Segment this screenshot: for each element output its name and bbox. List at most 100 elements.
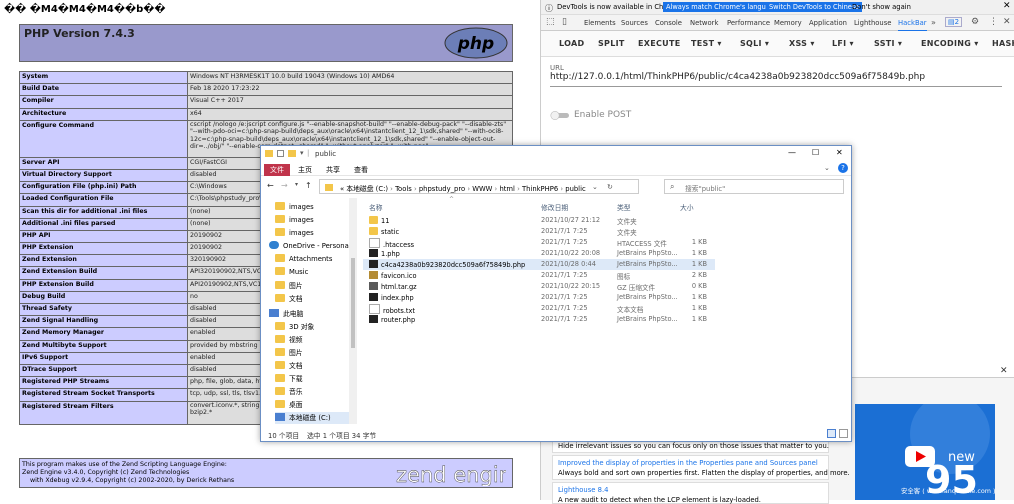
- hackbar-button-execute[interactable]: EXECUTE: [638, 39, 681, 48]
- more-options-icon[interactable]: ⋮: [989, 17, 998, 27]
- hackbar-button-split[interactable]: SPLIT: [598, 39, 625, 48]
- column-header-size[interactable]: 大小: [680, 202, 694, 212]
- close-icon[interactable]: ✕: [1003, 1, 1011, 11]
- nav-item[interactable]: 文档: [275, 360, 303, 372]
- breadcrumb-item[interactable]: ThinkPHP6: [522, 185, 558, 193]
- whats-new-video-thumbnail[interactable]: new 95 安全客 ( www.anquanke.com ): [855, 404, 996, 502]
- file-row[interactable]: .htaccess 2021/7/1 7:25 HTACCESS 文件 1 KB: [363, 237, 715, 249]
- breadcrumb-item[interactable]: WWW: [472, 185, 492, 193]
- minimize-icon[interactable]: —: [788, 148, 796, 157]
- inspect-element-icon[interactable]: ⬚: [546, 17, 555, 27]
- tab-elements[interactable]: Elements: [584, 19, 616, 27]
- new-folder-icon[interactable]: [288, 150, 296, 157]
- forward-icon[interactable]: →: [281, 181, 288, 190]
- whats-new-title[interactable]: Improved the display of properties in th…: [558, 459, 818, 467]
- more-tabs-icon[interactable]: »: [931, 18, 936, 27]
- issues-badge[interactable]: ▤2: [945, 17, 963, 27]
- close-drawer-icon[interactable]: ✕: [1000, 366, 1008, 376]
- nav-item[interactable]: 音乐: [275, 386, 303, 398]
- url-input[interactable]: http://127.0.0.1/html/ThinkPHP6/public/c…: [550, 71, 1002, 87]
- tab-sources[interactable]: Sources: [621, 19, 648, 27]
- dont-show-again-link[interactable]: Don't show again: [852, 3, 911, 11]
- nav-item[interactable]: 此电脑: [269, 308, 303, 320]
- nav-scrollbar-thumb[interactable]: [351, 258, 355, 348]
- hackbar-button-xss[interactable]: XSS ▾: [789, 39, 815, 48]
- nav-item[interactable]: 3D 对象: [275, 321, 314, 333]
- tab-performance[interactable]: Performance: [727, 19, 770, 27]
- ribbon-tab-home[interactable]: 主页: [292, 164, 318, 176]
- nav-scrollbar[interactable]: [349, 198, 357, 424]
- breadcrumb-item[interactable]: Tools: [395, 185, 412, 193]
- nav-item[interactable]: 桌面: [275, 399, 303, 411]
- hackbar-button-hash[interactable]: HASH: [992, 39, 1014, 48]
- recent-locations-icon[interactable]: ▾: [295, 181, 298, 188]
- address-dropdown-icon[interactable]: ⌄: [592, 183, 598, 191]
- tab-lighthouse[interactable]: Lighthouse: [854, 19, 891, 27]
- file-row[interactable]: 1.php 2021/10/22 20:08 JetBrains PhpSto...…: [363, 248, 715, 259]
- tab-application[interactable]: Application: [809, 19, 847, 27]
- nav-item[interactable]: Attachments: [275, 254, 332, 266]
- nav-item[interactable]: 视频: [275, 334, 303, 346]
- tab-network[interactable]: Network: [690, 19, 718, 27]
- device-toolbar-icon[interactable]: ▯: [562, 17, 567, 27]
- hackbar-button-sqli[interactable]: SQLI ▾: [740, 39, 769, 48]
- file-row[interactable]: router.php 2021/7/1 7:25 JetBrains PhpSto.…: [363, 314, 715, 325]
- ribbon-tab-view[interactable]: 查看: [348, 164, 374, 176]
- hackbar-button-lfi[interactable]: LFI ▾: [832, 39, 854, 48]
- file-row[interactable]: index.php 2021/7/1 7:25 JetBrains PhpSto..…: [363, 292, 715, 303]
- details-view-icon[interactable]: [827, 429, 836, 438]
- column-header-type[interactable]: 类型: [617, 202, 631, 212]
- breadcrumb-item[interactable]: public: [565, 185, 585, 193]
- close-window-icon[interactable]: ✕: [836, 148, 843, 157]
- properties-icon[interactable]: [277, 150, 284, 157]
- file-row[interactable]: c4ca4238a0b923820dcc509a6f75849b.php 2021…: [363, 259, 715, 270]
- zend-engine-logo[interactable]: zend engine: [396, 462, 506, 486]
- close-devtools-icon[interactable]: ✕: [1003, 17, 1011, 27]
- nav-item[interactable]: 下载: [275, 373, 303, 385]
- php-logo[interactable]: php: [444, 27, 508, 59]
- settings-gear-icon[interactable]: ⚙: [971, 17, 979, 27]
- tab-memory[interactable]: Memory: [774, 19, 802, 27]
- nav-item[interactable]: images: [275, 215, 314, 227]
- column-header-date[interactable]: 修改日期: [541, 202, 568, 212]
- hackbar-button-load[interactable]: LOAD: [559, 39, 584, 48]
- file-row[interactable]: 11 2021/10/27 21:12 文件夹: [363, 215, 715, 226]
- breadcrumb-item[interactable]: « 本地磁盘 (C:): [340, 185, 388, 193]
- tab-console[interactable]: Console: [655, 19, 682, 27]
- help-icon[interactable]: ?: [838, 163, 848, 173]
- file-row[interactable]: robots.txt 2021/7/1 7:25 文本文档 1 KB: [363, 303, 715, 315]
- hackbar-button-encoding[interactable]: ENCODING ▾: [921, 39, 979, 48]
- whats-new-item[interactable]: Improved the display of properties in th…: [552, 455, 850, 480]
- switch-to-chinese-button[interactable]: Switch DevTools to Chinese: [766, 2, 863, 12]
- enable-post-toggle[interactable]: [550, 111, 570, 120]
- hackbar-button-ssti[interactable]: SSTI ▾: [874, 39, 902, 48]
- ribbon-tab-file[interactable]: 文件: [264, 164, 290, 176]
- nav-item[interactable]: images: [275, 202, 314, 214]
- nav-item[interactable]: Music: [275, 267, 308, 279]
- quick-access-dropdown-icon[interactable]: ▾: [300, 149, 304, 157]
- always-match-language-button[interactable]: Always match Chrome's language: [663, 2, 782, 12]
- column-header-name[interactable]: 名称: [369, 202, 383, 212]
- whats-new-item[interactable]: Lighthouse 8.4 A new audit to detect whe…: [552, 482, 829, 504]
- hackbar-button-test[interactable]: TEST ▾: [691, 39, 722, 48]
- nav-item[interactable]: OneDrive - Personal: [269, 241, 351, 253]
- refresh-icon[interactable]: ↻: [607, 183, 613, 191]
- back-icon[interactable]: ←: [267, 181, 274, 190]
- address-bar[interactable]: « 本地磁盘 (C:) › Tools › phpstudy_pro › WWW…: [319, 179, 639, 194]
- large-icons-view-icon[interactable]: [839, 429, 848, 438]
- file-row[interactable]: html.tar.gz 2021/10/22 20:15 GZ 压缩文件 0 KB: [363, 281, 715, 292]
- whats-new-title[interactable]: Lighthouse 8.4: [558, 486, 608, 494]
- nav-item[interactable]: 图片: [275, 280, 303, 292]
- maximize-icon[interactable]: ☐: [812, 148, 819, 157]
- file-row[interactable]: static 2021/7/1 7:25 文件夹: [363, 226, 715, 237]
- nav-item[interactable]: 文档: [275, 293, 303, 305]
- nav-item[interactable]: images: [275, 228, 314, 240]
- ribbon-tab-share[interactable]: 共享: [320, 164, 346, 176]
- expand-ribbon-icon[interactable]: ⌄: [824, 164, 830, 172]
- breadcrumb-item[interactable]: phpstudy_pro: [419, 185, 465, 193]
- up-icon[interactable]: ↑: [305, 181, 312, 190]
- file-row[interactable]: favicon.ico 2021/7/1 7:25 图标 2 KB: [363, 270, 715, 281]
- search-input[interactable]: ⌕ 搜索"public": [664, 179, 844, 194]
- nav-item[interactable]: 图片: [275, 347, 303, 359]
- nav-item[interactable]: 本地磁盘 (C:): [275, 412, 355, 424]
